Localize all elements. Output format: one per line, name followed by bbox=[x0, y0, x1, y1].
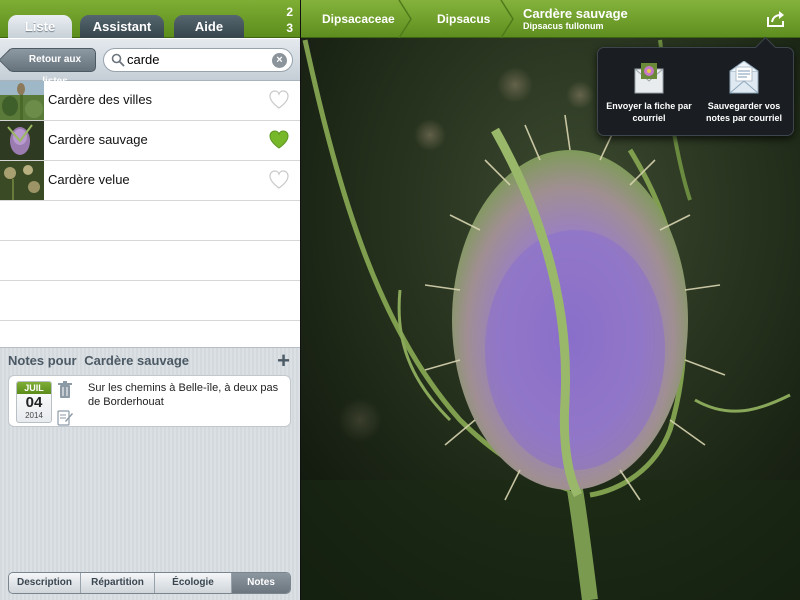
tab-aide-label: Aide bbox=[194, 19, 224, 34]
breadcrumb-family[interactable]: Dipsacaceae bbox=[322, 0, 395, 38]
tab-aide[interactable]: Aide bbox=[174, 15, 244, 38]
tab-repartition[interactable]: Répartition bbox=[81, 573, 155, 593]
email-sheet-button[interactable]: Envoyer la fiche par courriel bbox=[604, 61, 694, 124]
list-item-label: Cardère velue bbox=[48, 172, 130, 187]
clear-search-icon[interactable]: × bbox=[272, 53, 287, 68]
tab-assistant-label: Assistant bbox=[92, 19, 152, 34]
list-item[interactable]: Cardère des villes bbox=[0, 81, 300, 121]
list-item-label: Cardère sauvage bbox=[48, 132, 148, 147]
notes-title-prefix: Notes pour bbox=[8, 353, 77, 368]
note-month: JUIL bbox=[17, 382, 51, 394]
notes-title: Notes pour Cardère sauvage bbox=[8, 353, 189, 368]
search-input[interactable]: carde × bbox=[103, 48, 293, 72]
note-day: 04 bbox=[25, 394, 43, 411]
heart-icon[interactable] bbox=[268, 129, 290, 151]
empty-row bbox=[0, 201, 300, 241]
note-year: 2014 bbox=[25, 411, 43, 420]
note-text: Sur les chemins à Belle-île, à deux pas … bbox=[88, 382, 279, 408]
save-notes-button[interactable]: Sauvegarder vos notes par courriel bbox=[699, 61, 789, 124]
left-pane: Liste Assistant Aide 2 3 Retour aux list… bbox=[0, 0, 300, 600]
list-counter: 2 3 bbox=[286, 4, 293, 36]
counter-bottom: 3 bbox=[286, 21, 293, 35]
top-tab-bar: Liste Assistant Aide 2 3 bbox=[0, 0, 300, 38]
tab-liste[interactable]: Liste bbox=[8, 15, 72, 38]
search-input-value: carde bbox=[127, 52, 160, 67]
app-window: Liste Assistant Aide 2 3 Retour aux list… bbox=[0, 0, 800, 600]
species-title: Cardère sauvage bbox=[523, 6, 628, 21]
list-item-label: Cardère des villes bbox=[48, 92, 153, 107]
chevron-right-icon bbox=[398, 0, 412, 38]
note-actions bbox=[57, 381, 73, 431]
edit-icon[interactable] bbox=[57, 408, 73, 426]
breadcrumb: Dipsacaceae Dipsacus Cardère sauvage Dip… bbox=[300, 0, 800, 38]
tab-description[interactable]: Description bbox=[9, 573, 81, 593]
tab-assistant[interactable]: Assistant bbox=[80, 15, 164, 38]
notes-species: Cardère sauvage bbox=[84, 353, 190, 368]
results-list: Cardère des villes Cardère sauvage Cardè… bbox=[0, 81, 300, 348]
tab-ecologie[interactable]: Écologie bbox=[155, 573, 232, 593]
calendar-date: JUIL 04 2014 bbox=[16, 381, 52, 423]
thumbnail-image bbox=[0, 81, 44, 120]
notes-panel: Notes pour Cardère sauvage + JUIL 04 201… bbox=[0, 347, 300, 600]
breadcrumb-genus[interactable]: Dipsacus bbox=[437, 0, 490, 38]
heart-icon[interactable] bbox=[268, 89, 290, 111]
empty-row bbox=[0, 241, 300, 281]
share-popover: Envoyer la fiche par courriel Sauvegarde… bbox=[597, 47, 794, 136]
add-note-button[interactable]: + bbox=[277, 350, 290, 372]
trash-icon[interactable] bbox=[57, 381, 73, 399]
detail-pane: Dipsacaceae Dipsacus Cardère sauvage Dip… bbox=[300, 0, 800, 600]
tab-notes[interactable]: Notes bbox=[232, 573, 290, 593]
envelope-notes-icon bbox=[729, 61, 759, 94]
save-notes-label: Sauvegarder vos notes par courriel bbox=[705, 101, 783, 123]
search-icon bbox=[111, 53, 125, 67]
tab-liste-label: Liste bbox=[24, 19, 56, 34]
chevron-right-icon bbox=[500, 0, 514, 38]
thumbnail-image bbox=[0, 121, 44, 160]
detail-segmented-control: Description Répartition Écologie Notes bbox=[8, 572, 291, 594]
species-latin-name: Dipsacus fullonum bbox=[523, 21, 604, 31]
back-to-lists-button[interactable]: Retour aux listes bbox=[8, 48, 96, 87]
heart-icon[interactable] bbox=[268, 169, 290, 191]
search-bar: Retour aux listes carde × bbox=[0, 39, 300, 87]
list-item[interactable]: Cardère velue bbox=[0, 161, 300, 201]
empty-row bbox=[0, 321, 300, 348]
note-card[interactable]: JUIL 04 2014 Sur les chemins à Belle-île… bbox=[8, 375, 291, 427]
empty-row bbox=[0, 281, 300, 321]
list-item[interactable]: Cardère sauvage bbox=[0, 121, 300, 161]
envelope-flower-icon bbox=[634, 63, 664, 94]
thumbnail-image bbox=[0, 161, 44, 200]
share-icon[interactable] bbox=[766, 10, 786, 28]
counter-top: 2 bbox=[286, 5, 293, 19]
email-sheet-label: Envoyer la fiche par courriel bbox=[606, 101, 692, 123]
